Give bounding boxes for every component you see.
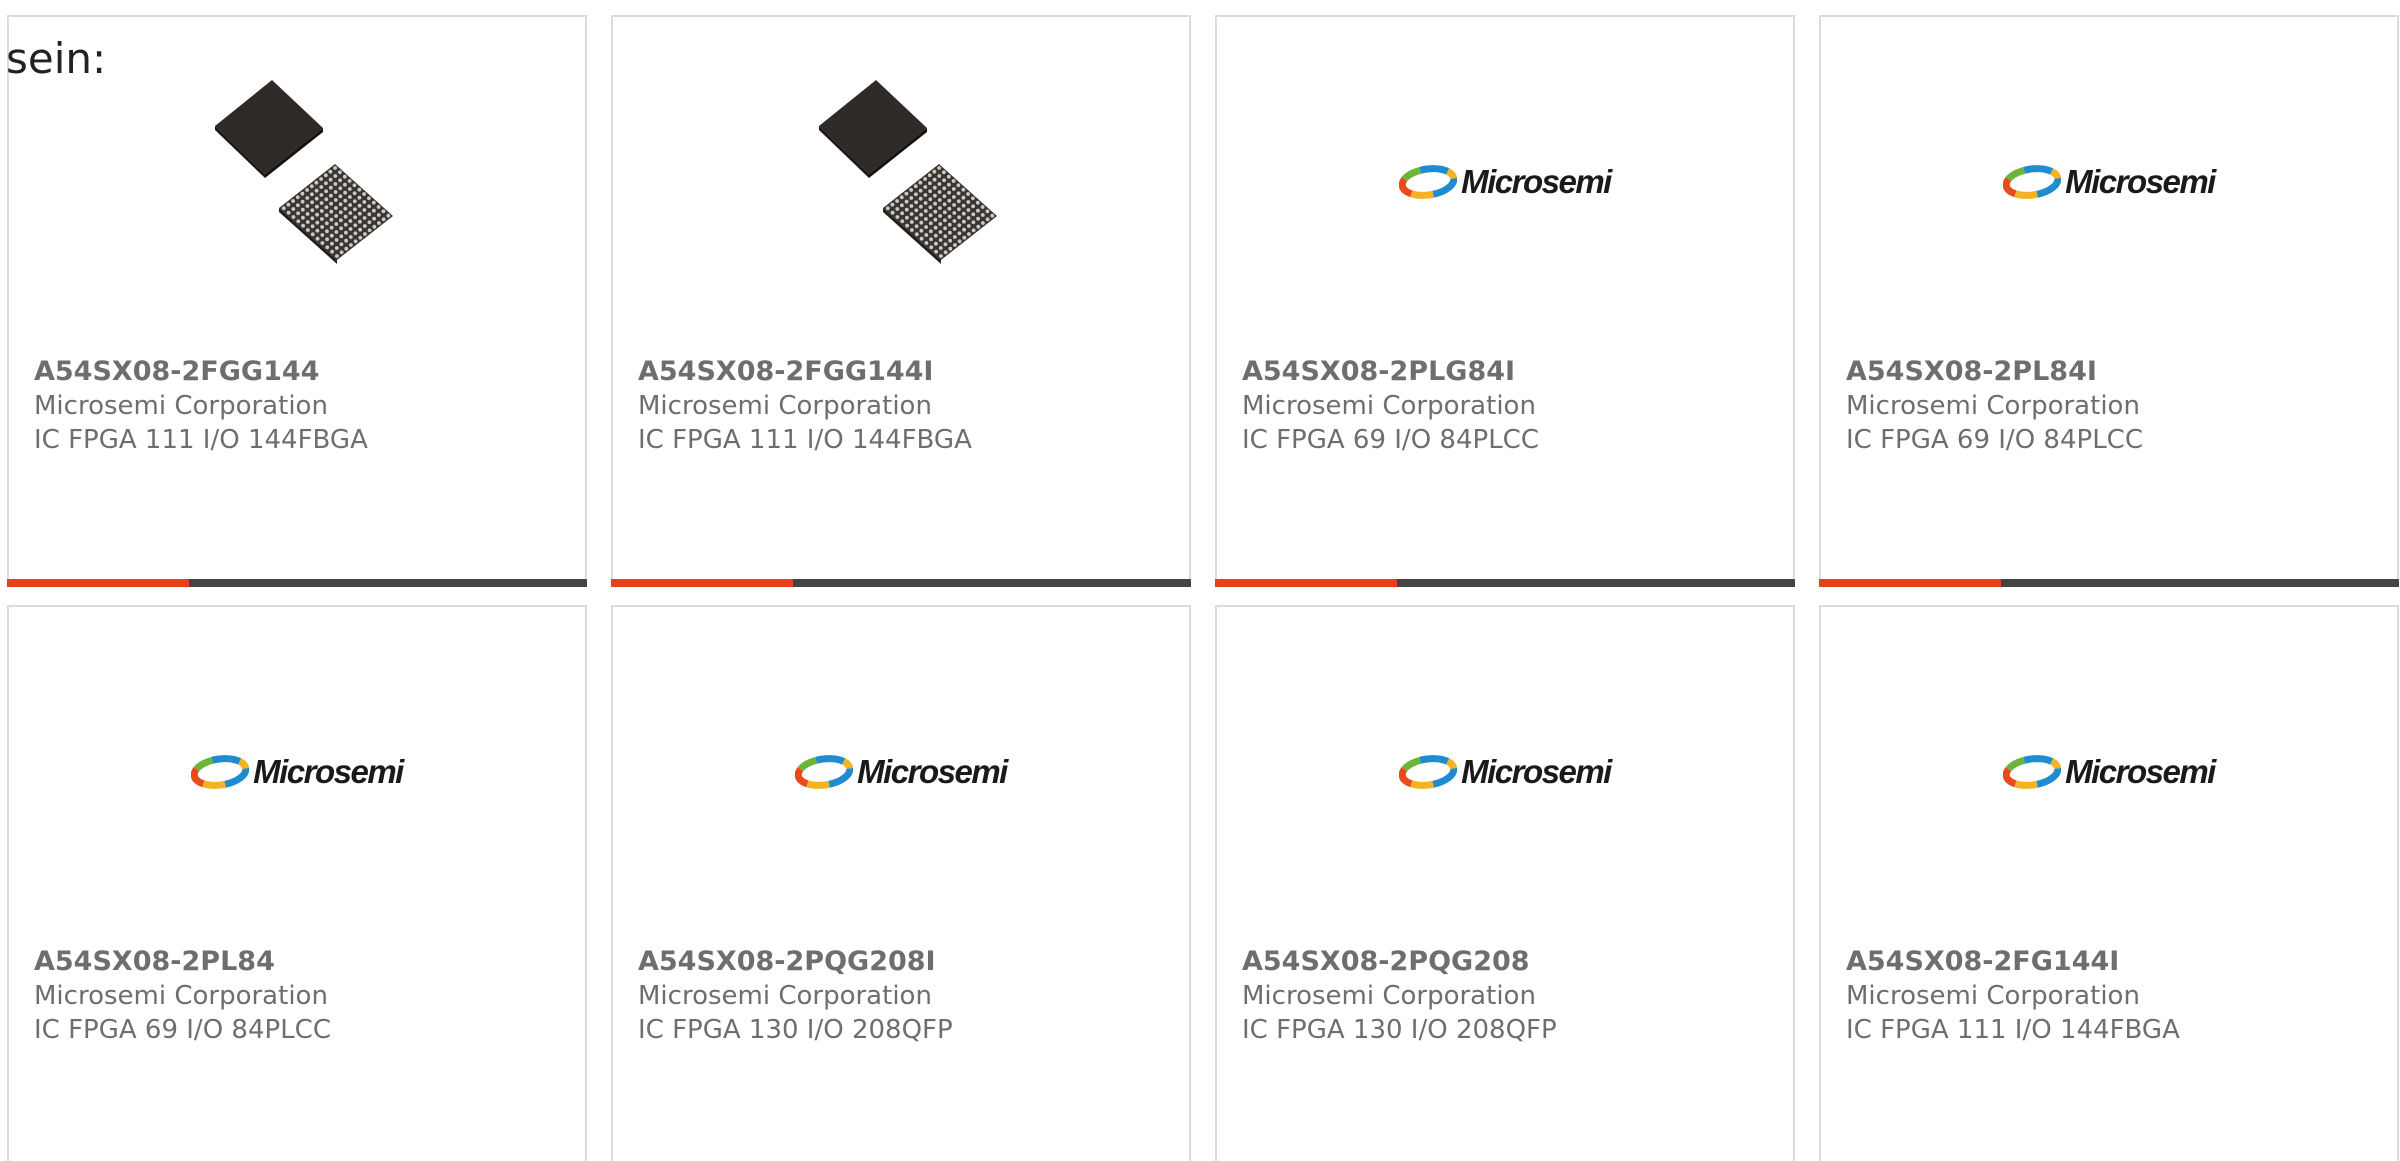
microsemi-logo-text: Microsemi bbox=[857, 752, 1008, 790]
microsemi-logo-text: Microsemi bbox=[1461, 752, 1612, 790]
microsemi-swoosh-icon bbox=[795, 754, 854, 789]
product-image[interactable]: Microsemi bbox=[1217, 669, 1793, 874]
card-accent-bar bbox=[611, 579, 793, 587]
microsemi-swoosh-icon bbox=[1399, 754, 1458, 789]
microsemi-logo-text: Microsemi bbox=[2065, 752, 2216, 790]
product-card[interactable]: A54SX08-2FGG144 Microsemi Corporation IC… bbox=[7, 15, 587, 587]
product-info: A54SX08-2PQG208I Microsemi Corporation I… bbox=[638, 945, 1179, 1047]
product-card[interactable]: Microsemi A54SX08-2PL84I Microsemi Corpo… bbox=[1819, 15, 2399, 587]
product-card[interactable]: Microsemi A54SX08-2PQG208I Microsemi Cor… bbox=[611, 605, 1191, 1161]
chip-bga-image bbox=[197, 79, 397, 284]
chip-bga-icon bbox=[215, 79, 393, 264]
manufacturer-name: Microsemi Corporation bbox=[1846, 981, 2140, 1011]
manufacturer-name: Microsemi Corporation bbox=[1242, 391, 1536, 421]
card-bottom-bar bbox=[7, 579, 587, 587]
part-number-link[interactable]: A54SX08-2FG144I bbox=[1846, 945, 2387, 979]
card-accent-bar bbox=[1819, 579, 2001, 587]
microsemi-swoosh-icon bbox=[191, 754, 250, 789]
product-description: IC FPGA 130 I/O 208QFP bbox=[1242, 1015, 1557, 1045]
microsemi-logo: Microsemi bbox=[1399, 752, 1612, 791]
part-number-link[interactable]: A54SX08-2PL84I bbox=[1846, 355, 2387, 389]
product-info: A54SX08-2PL84I Microsemi Corporation IC … bbox=[1846, 355, 2387, 457]
page: sein: A54SX08-2FGG144 Microsemi Corporat… bbox=[0, 0, 2400, 1161]
product-description: IC FPGA 111 I/O 144FBGA bbox=[1846, 1015, 2180, 1045]
card-bottom-bar bbox=[611, 579, 1191, 587]
microsemi-swoosh-icon bbox=[2003, 164, 2062, 199]
manufacturer-name: Microsemi Corporation bbox=[638, 981, 932, 1011]
product-description: IC FPGA 111 I/O 144FBGA bbox=[34, 425, 368, 455]
product-info: A54SX08-2FGG144 Microsemi Corporation IC… bbox=[34, 355, 575, 457]
card-accent-bar bbox=[1215, 579, 1397, 587]
manufacturer-name: Microsemi Corporation bbox=[1242, 981, 1536, 1011]
product-card[interactable]: Microsemi A54SX08-2PL84 Microsemi Corpor… bbox=[7, 605, 587, 1161]
chip-bga-icon bbox=[819, 79, 997, 264]
product-description: IC FPGA 69 I/O 84PLCC bbox=[34, 1015, 331, 1045]
microsemi-logo: Microsemi bbox=[2003, 162, 2216, 201]
product-info: A54SX08-2PLG84I Microsemi Corporation IC… bbox=[1242, 355, 1783, 457]
microsemi-logo: Microsemi bbox=[191, 752, 404, 791]
product-grid: A54SX08-2FGG144 Microsemi Corporation IC… bbox=[7, 15, 2399, 1161]
microsemi-swoosh-icon bbox=[1399, 164, 1458, 199]
manufacturer-name: Microsemi Corporation bbox=[34, 391, 328, 421]
product-image[interactable]: Microsemi bbox=[1217, 79, 1793, 284]
microsemi-logo-text: Microsemi bbox=[2065, 162, 2216, 200]
card-bottom-bar bbox=[1215, 579, 1795, 587]
microsemi-swoosh-icon bbox=[2003, 754, 2062, 789]
product-description: IC FPGA 130 I/O 208QFP bbox=[638, 1015, 953, 1045]
part-number-link[interactable]: A54SX08-2FGG144 bbox=[34, 355, 575, 389]
microsemi-logo-text: Microsemi bbox=[253, 752, 404, 790]
product-description: IC FPGA 69 I/O 84PLCC bbox=[1846, 425, 2143, 455]
manufacturer-name: Microsemi Corporation bbox=[34, 981, 328, 1011]
part-number-link[interactable]: A54SX08-2PLG84I bbox=[1242, 355, 1783, 389]
product-image[interactable] bbox=[9, 79, 585, 284]
card-bottom-bar bbox=[1819, 579, 2399, 587]
product-card[interactable]: A54SX08-2FGG144I Microsemi Corporation I… bbox=[611, 15, 1191, 587]
intro-text: sein: bbox=[6, 34, 107, 83]
product-info: A54SX08-2PL84 Microsemi Corporation IC F… bbox=[34, 945, 575, 1047]
product-image[interactable]: Microsemi bbox=[9, 669, 585, 874]
product-info: A54SX08-2FG144I Microsemi Corporation IC… bbox=[1846, 945, 2387, 1047]
chip-bga-image bbox=[801, 79, 1001, 284]
product-card[interactable]: Microsemi A54SX08-2FG144I Microsemi Corp… bbox=[1819, 605, 2399, 1161]
microsemi-logo-text: Microsemi bbox=[1461, 162, 1612, 200]
product-image[interactable]: Microsemi bbox=[613, 669, 1189, 874]
product-info: A54SX08-2FGG144I Microsemi Corporation I… bbox=[638, 355, 1179, 457]
product-card[interactable]: Microsemi A54SX08-2PLG84I Microsemi Corp… bbox=[1215, 15, 1795, 587]
part-number-link[interactable]: A54SX08-2FGG144I bbox=[638, 355, 1179, 389]
part-number-link[interactable]: A54SX08-2PQG208I bbox=[638, 945, 1179, 979]
product-image[interactable]: Microsemi bbox=[1821, 79, 2397, 284]
product-image[interactable]: Microsemi bbox=[1821, 669, 2397, 874]
card-accent-bar bbox=[7, 579, 189, 587]
product-info: A54SX08-2PQG208 Microsemi Corporation IC… bbox=[1242, 945, 1783, 1047]
part-number-link[interactable]: A54SX08-2PQG208 bbox=[1242, 945, 1783, 979]
microsemi-logo: Microsemi bbox=[2003, 752, 2216, 791]
product-description: IC FPGA 69 I/O 84PLCC bbox=[1242, 425, 1539, 455]
product-card[interactable]: Microsemi A54SX08-2PQG208 Microsemi Corp… bbox=[1215, 605, 1795, 1161]
microsemi-logo: Microsemi bbox=[795, 752, 1008, 791]
microsemi-logo: Microsemi bbox=[1399, 162, 1612, 201]
part-number-link[interactable]: A54SX08-2PL84 bbox=[34, 945, 575, 979]
manufacturer-name: Microsemi Corporation bbox=[638, 391, 932, 421]
manufacturer-name: Microsemi Corporation bbox=[1846, 391, 2140, 421]
product-description: IC FPGA 111 I/O 144FBGA bbox=[638, 425, 972, 455]
product-image[interactable] bbox=[613, 79, 1189, 284]
